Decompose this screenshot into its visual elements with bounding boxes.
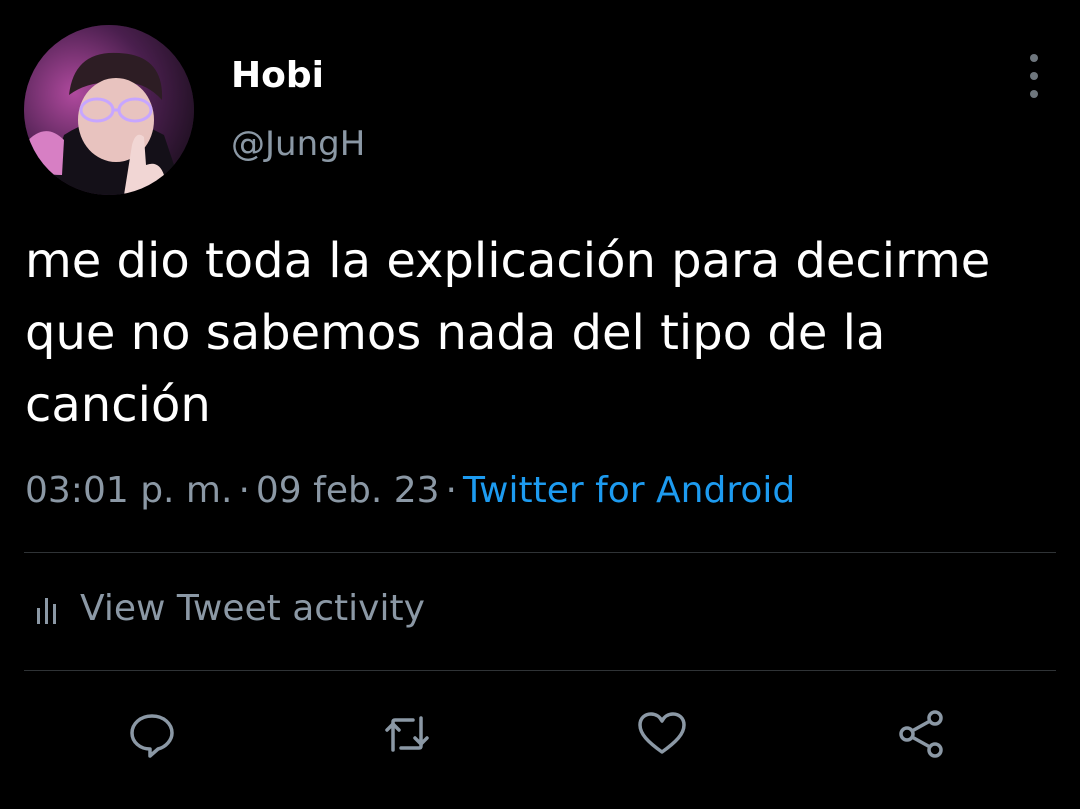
author-display-name[interactable]: Hobi <box>231 55 324 96</box>
share-button[interactable] <box>895 708 947 760</box>
like-button[interactable] <box>636 708 688 760</box>
avatar-photo <box>24 25 194 195</box>
share-icon <box>899 710 943 758</box>
reply-icon <box>130 714 174 758</box>
view-tweet-activity-button[interactable]: View Tweet activity <box>36 588 425 629</box>
meta-separator: · <box>445 470 457 511</box>
author-handle[interactable]: @JungH <box>231 124 365 164</box>
tweet-date: 09 feb. 23 <box>255 470 440 511</box>
tweet-detail: Hobi @JungH me dio toda la explicación p… <box>0 0 1080 809</box>
bar-chart-icon <box>37 597 56 624</box>
tweet-text: me dio toda la explicación para decirme … <box>25 233 991 433</box>
more-options-icon[interactable] <box>1014 54 1054 98</box>
retweet-icon <box>385 716 429 752</box>
divider <box>24 670 1056 671</box>
meta-separator: · <box>238 470 250 511</box>
reply-button[interactable] <box>126 708 178 760</box>
tweet-action-bar <box>0 700 1080 770</box>
dot <box>1030 72 1038 80</box>
retweet-button[interactable] <box>381 708 433 760</box>
heart-icon <box>638 712 686 754</box>
view-tweet-activity-label: View Tweet activity <box>80 588 425 629</box>
avatar[interactable] <box>24 25 194 195</box>
divider <box>24 552 1056 553</box>
tweet-time: 03:01 p. m. <box>25 470 233 511</box>
tweet-meta: 03:01 p. m. · 09 feb. 23 · Twitter for Andro… <box>25 470 795 511</box>
dot <box>1030 54 1038 62</box>
dot <box>1030 90 1038 98</box>
tweet-source-link[interactable]: Twitter for Android <box>463 470 795 511</box>
